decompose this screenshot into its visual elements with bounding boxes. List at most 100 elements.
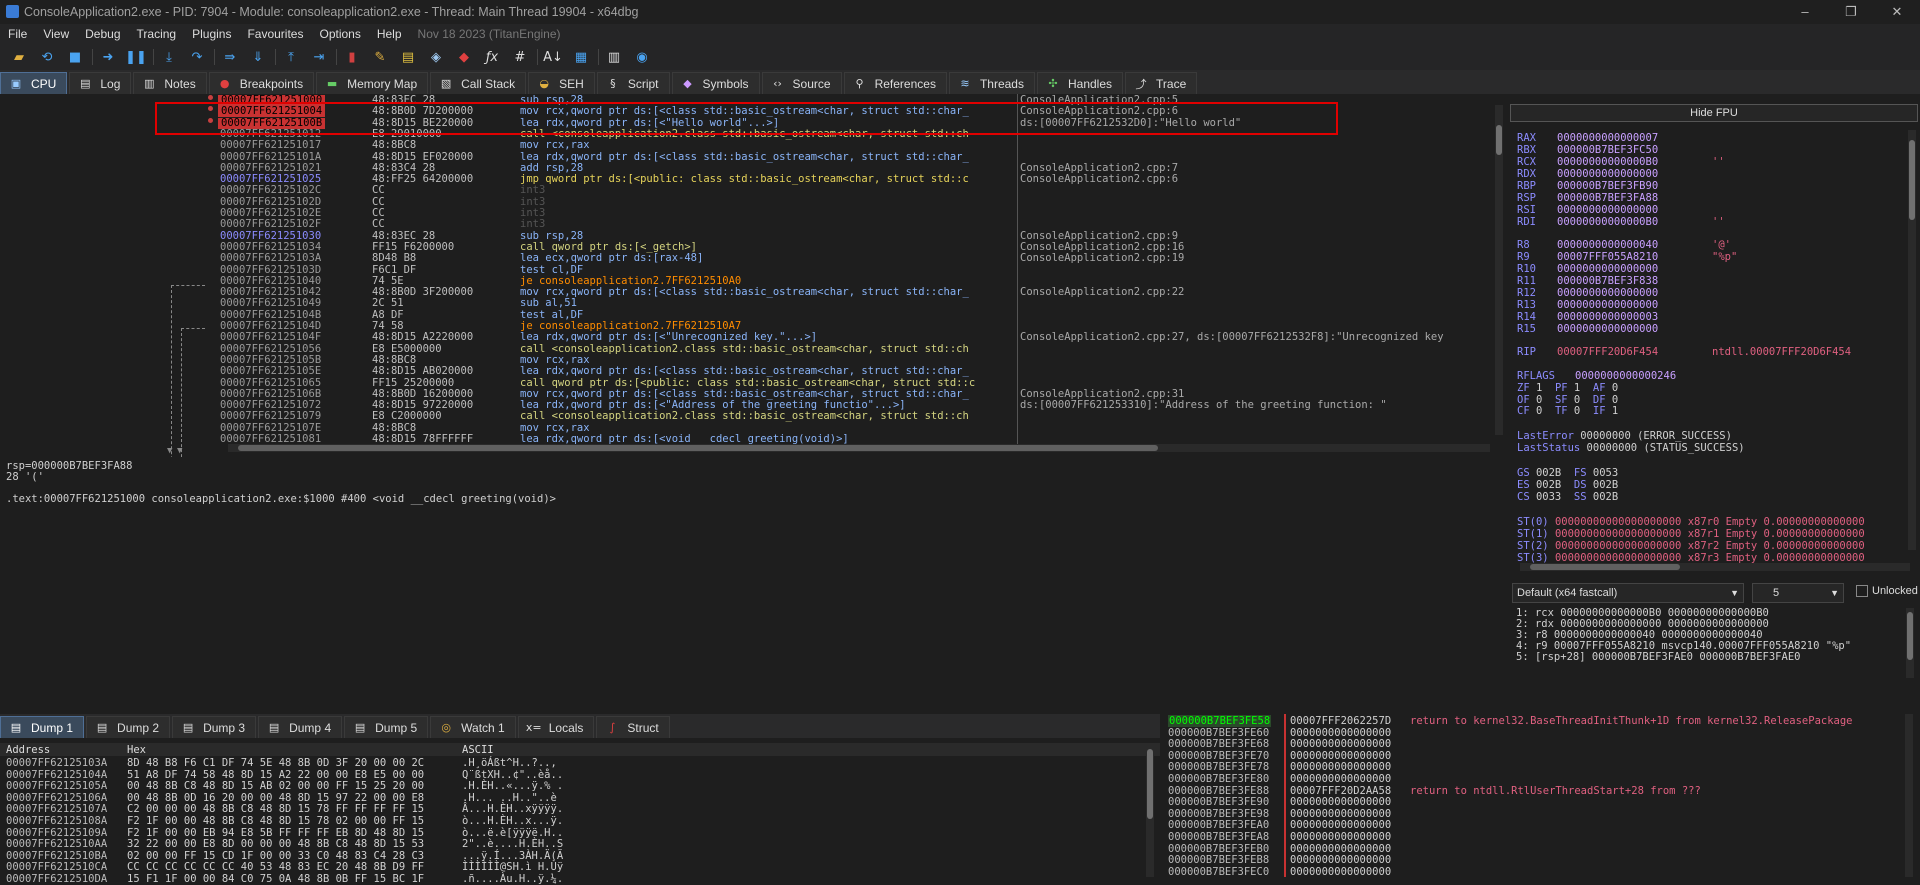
flag-row[interactable]: CF 0 TF 0 IF 1 [1517,405,1631,417]
register-value[interactable]: 000000B7BEF3FB90 [1557,180,1658,192]
register-value[interactable]: 00007FFF055A8210 [1557,251,1658,263]
stack-row[interactable]: 000000B7BEF3FE70 0000000000000000 [1165,750,1905,762]
dump-row[interactable]: 00007FF62125105A 00 48 8B C8 48 8D 15 AB … [0,780,1150,792]
dump-row[interactable]: 00007FF62125103A 8D 48 B8 F6 C1 DF 74 5E … [0,757,1150,769]
disasm-row[interactable]: 00007FF621251017 48:8BC8 mov rcx,rax [0,140,1495,151]
args-vscrollbar[interactable] [1906,608,1914,678]
menu-tracing[interactable]: Tracing [129,27,185,41]
stack-row[interactable]: 000000B7BEF3FE88 00007FFF20D2AA58 return t… [1165,785,1905,797]
tab-symbols[interactable]: ◆ Symbols [671,72,760,94]
register-value[interactable]: 0000000000000246 [1575,370,1676,382]
disasm-row[interactable]: 00007FF621251056 E8 E5000000 call <console… [0,343,1495,355]
minimize-icon[interactable]: – [1782,0,1828,24]
tab-log[interactable]: ▤ Log [69,72,132,94]
breakpoint-icon[interactable] [208,95,213,100]
disasm-row[interactable]: 00007FF62125104F 48:8D15 A2220000 lea rdx,… [0,332,1495,343]
disasm-row[interactable]: 00007FF62125102F CC int3 [0,219,1495,230]
tab-dump-3[interactable]: ▤ Dump 3 [172,716,257,738]
menu-help[interactable]: Help [369,27,410,41]
argument-row[interactable]: 5: [rsp+28] 000000B7BEF3FAE0 000000B7BEF… [1516,652,1800,663]
tab-references[interactable]: ⚲ References [843,72,947,94]
trace-into-icon[interactable]: ⇛ [219,47,241,67]
register-value[interactable]: 0000000000000000 [1557,299,1658,311]
stack-row[interactable]: 000000B7BEF3FEB0 0000000000000000 [1165,843,1905,855]
step-into-icon[interactable]: ⤓ [158,47,180,67]
globe-icon[interactable]: ◉ [631,47,653,67]
disasm-row[interactable]: 00007FF621251065 FF15 25200000 call qword … [0,377,1495,389]
dump-row[interactable]: 00007FF6212510CA CC CC CC CC CC CC 40 53 … [0,861,1150,873]
disasm-row[interactable]: 00007FF62125103A 8D48 B8 lea ecx,qword ptr… [0,253,1495,264]
stack-row[interactable]: 000000B7BEF3FE98 0000000000000000 [1165,808,1905,820]
flag-value[interactable]: 0 [1530,394,1555,406]
disasm-row[interactable]: 00007FF621251079 E8 C2000000 call <console… [0,411,1495,422]
dump-row[interactable]: 00007FF6212510AA 32 22 00 00 E8 8D 00 00 … [0,838,1150,850]
dump-row[interactable]: 00007FF62125107A C2 00 00 00 48 8B C8 48 … [0,803,1150,815]
trace-over-icon[interactable]: ⇓ [247,47,269,67]
calculator-icon[interactable]: ▥ [603,47,625,67]
dump-header-address[interactable]: Address [6,744,50,756]
segment-row[interactable]: CS 0033 SS 002B [1517,491,1618,503]
register-value[interactable]: 00000000000000B0 [1557,156,1658,168]
flag-value[interactable]: 0 [1606,382,1631,394]
tab-seh[interactable]: ◒ SEH [528,72,595,94]
comment-icon[interactable]: ▤ [397,47,419,67]
dump-row[interactable]: 00007FF62125109A F2 1F 00 00 EB 94 E8 5B … [0,827,1150,839]
disasm-row[interactable]: 00007FF62125103D F6C1 DF test cl,DF [0,264,1495,276]
tab-dump-5[interactable]: ▤ Dump 5 [344,716,429,738]
disasm-row[interactable]: 00007FF621251049 2C 51 sub al,51 [0,298,1495,309]
disasm-hscrollbar[interactable] [228,444,1490,452]
register-value[interactable]: 000000B7BEF3FC50 [1557,144,1658,156]
register-value[interactable]: 0000000000000000 [1557,204,1658,216]
register-value[interactable]: 00000000000000B0 [1557,216,1658,228]
tab-dump-2[interactable]: ▤ Dump 2 [86,716,171,738]
register-value[interactable]: 0000000000000000 [1557,263,1658,275]
flag-value[interactable]: 1 [1530,382,1555,394]
disasm-row[interactable]: 00007FF62125101A 48:8D15 EF020000 lea rdx,… [0,151,1495,163]
tab-source[interactable]: ‹› Source [761,72,842,94]
function-icon[interactable]: ƒx [481,47,503,67]
register-value[interactable]: 0000000000000007 [1557,132,1658,144]
tab-dump-4[interactable]: ▤ Dump 4 [258,716,343,738]
tab-locals[interactable]: x= Locals [517,716,595,738]
tab-dump-1[interactable]: ▤ Dump 1 [0,716,85,738]
bookmark-icon[interactable]: ◆ [453,47,475,67]
menu-options[interactable]: Options [311,27,368,41]
disassembly-view[interactable]: ▼ ▼ 00007FF621251000 48:83EC 28 sub rsp,28… [0,94,1505,457]
tab-watch-1[interactable]: ◎ Watch 1 [430,716,516,738]
patch-icon[interactable]: ▦ [570,47,592,67]
step-over-icon[interactable]: ↷ [186,47,208,67]
flag-value[interactable]: 1 [1606,405,1631,417]
register-value[interactable]: 0000000000000003 [1557,311,1658,323]
flag-value[interactable]: 0 [1530,405,1555,417]
unlocked-checkbox[interactable]: Unlocked [1856,585,1918,597]
disasm-vscrollbar[interactable] [1495,105,1503,435]
flag-value[interactable]: 0 [1568,394,1593,406]
fpu-row[interactable]: ST(1) 00000000000000000000 x87r1 Empty 0… [1517,528,1905,540]
disasm-row[interactable]: 00007FF621251030 48:83EC 28 sub rsp,28 Cons… [0,230,1495,242]
stack-row[interactable]: 000000B7BEF3FEC0 0000000000000000 [1165,866,1905,878]
dump-vscrollbar[interactable] [1146,745,1154,877]
tab-breakpoints[interactable]: ● Breakpoints [208,72,315,94]
tab-script[interactable]: § Script [596,72,670,94]
register-value[interactable]: 0000000000000000 [1557,168,1658,180]
tab-cpu[interactable]: ▣ CPU [0,72,68,94]
dump-row[interactable]: 00007FF6212510BA 02 00 00 FF 15 CD 1F 00 … [0,850,1150,862]
stop-icon[interactable]: ■ [64,47,86,67]
register-value[interactable]: 00007FFF20D6F454 [1557,346,1658,358]
stack-row[interactable]: 000000B7BEF3FE80 0000000000000000 [1165,773,1905,785]
segment-row[interactable]: GS 002B FS 0053 [1517,467,1618,479]
hide-fpu-button[interactable]: Hide FPU [1510,104,1918,122]
tab-notes[interactable]: ▥ Notes [133,72,207,94]
menu-debug[interactable]: Debug [77,27,128,41]
highlight-icon[interactable]: ✎ [369,47,391,67]
menu-view[interactable]: View [35,27,77,41]
stack-row[interactable]: 000000B7BEF3FE90 0000000000000000 [1165,796,1905,808]
maximize-icon[interactable]: ❐ [1828,0,1874,24]
pause-icon[interactable]: ❚❚ [125,47,147,67]
register-value[interactable]: 000000B7BEF3F838 [1557,275,1658,287]
segment-row[interactable]: ES 002B DS 002B [1517,479,1618,491]
stack-row[interactable]: 000000B7BEF3FE60 0000000000000000 [1165,727,1905,739]
stack-row[interactable]: 000000B7BEF3FE78 0000000000000000 [1165,761,1905,773]
tab-threads[interactable]: ≋ Threads [948,72,1035,94]
dump-header-ascii[interactable]: ASCII [462,744,494,756]
